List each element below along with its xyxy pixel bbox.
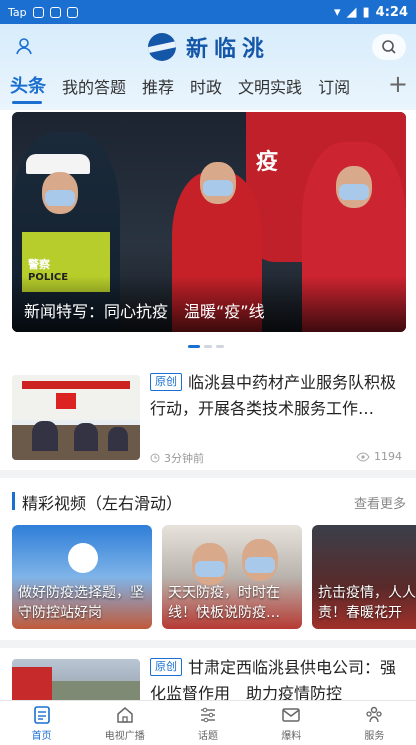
tab-headlines[interactable]: 头条 [10,72,46,104]
nav-service[interactable]: 服务 [333,701,416,745]
list-item[interactable]: 原创 临洮县中药材产业服务队积极行动，开展各类技术服务工作… 3分钟前 1194 [12,370,406,465]
clock-icon [150,453,160,463]
original-badge: 原创 [150,658,182,676]
message-icon [49,6,61,18]
wifi-icon: ▾ [333,4,341,20]
status-bar: Tap ▾ ◢ ▮ 4:24 [0,0,416,24]
list-item[interactable]: 原创 甘肃定西临洮县供电公司：强化监督作用 助力疫情防控 [12,655,406,709]
user-icon [16,38,32,55]
video-card[interactable]: 抗击疫情，人人有责！春暖花开 [312,525,416,629]
clock: 4:24 [375,4,408,20]
carrier-label: Tap [8,5,27,19]
mail-icon [282,707,300,722]
video-logo-icon [68,543,98,573]
headline-banner[interactable]: 疫 警察 POLICE 新闻特写：同心抗疫 温暖“疫”线 [12,112,406,332]
section-divider [0,470,416,478]
pager-dot [204,345,212,348]
video-caption: 做好防疫选择题，坚守防控站好岗 [18,585,144,621]
news-time: 3分钟前 [150,450,204,466]
battery-icon: ▮ [362,4,370,20]
video-carousel[interactable]: 做好防疫选择题，坚守防控站好岗 天天防疫，时时在线！快板说防疫… 抗击疫情，人人… [12,525,416,630]
nav-report[interactable]: 爆料 [250,701,333,745]
pager-dot [216,345,224,348]
channel-tabs: 头条 我的答题 推荐 时政 文明实践 订阅 [10,72,350,104]
app-icon [66,6,78,18]
video-section-header: 精彩视频（左右滑动） 查看更多 [12,490,406,513]
signal-icon: ◢ [346,4,357,20]
user-profile-button[interactable] [14,36,34,56]
tab-recommend[interactable]: 推荐 [142,74,174,98]
search-icon [382,40,396,54]
bottom-nav: 首页 电视广播 话题 爆料 服务 [0,700,416,745]
tab-civilization[interactable]: 文明实践 [238,74,302,98]
notification-icon [32,6,44,18]
logo-mark-icon [148,33,176,61]
section-title: 精彩视频（左右滑动） [22,494,183,513]
see-more-link[interactable]: 查看更多 [354,493,406,512]
app-logo: 新临洮 [148,31,270,63]
video-card[interactable]: 做好防疫选择题，坚守防控站好岗 [12,525,152,629]
pager-dot [188,345,200,348]
people-icon [366,706,383,722]
news-views: 1194 [356,450,402,463]
nav-topics[interactable]: 话题 [166,701,249,745]
tab-subscribe[interactable]: 订阅 [318,74,350,98]
vest-label: 警察 [28,258,50,271]
nav-tv-radio[interactable]: 电视广播 [83,701,166,745]
news-thumbnail [12,375,140,460]
tab-politics[interactable]: 时政 [190,74,222,98]
news-title: 原创 临洮县中药材产业服务队积极行动，开展各类技术服务工作… [150,373,397,418]
original-badge: 原创 [150,373,182,391]
nav-home[interactable]: 首页 [0,701,83,745]
logo-text: 新临洮 [186,36,271,62]
section-divider [0,640,416,648]
banner-title: 新闻特写：同心抗疫 温暖“疫”线 [24,302,265,321]
home-icon [33,705,50,724]
eye-icon [356,451,370,462]
app-header: 新临洮 头条 我的答题 推荐 时政 文明实践 订阅 + [0,24,416,110]
video-card[interactable]: 天天防疫，时时在线！快板说防疫… [162,525,302,629]
tab-my-quiz[interactable]: 我的答题 [62,74,126,98]
banner-pager [188,345,224,348]
house-icon [117,706,133,723]
search-button[interactable] [372,34,406,60]
video-caption: 抗击疫情，人人有责！春暖花开 [318,585,416,621]
add-channel-button[interactable]: + [388,70,408,98]
video-caption: 天天防疫，时时在线！快板说防疫… [168,585,280,621]
sliders-icon [201,707,215,722]
